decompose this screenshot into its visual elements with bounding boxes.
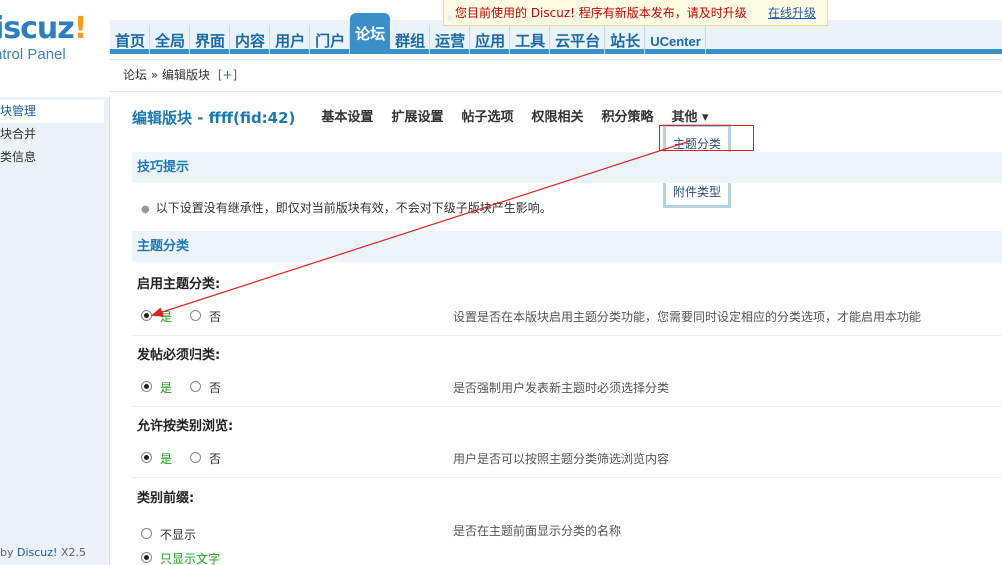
radio-yes-label-0: 是	[160, 309, 173, 324]
powered-by-link[interactable]: Discuz!	[17, 546, 57, 559]
main-content: 编辑版块 - ffff(fid:42) 基本设置 扩展设置 帖子选项 权限相关 积分策略…	[111, 97, 1002, 565]
discuz-logo: iscuz! ntrol Panel	[0, 11, 88, 63]
sidebar-item-2[interactable]: 类信息	[0, 146, 104, 169]
tab-2[interactable]: 帖子选项	[461, 107, 513, 129]
upgrade-notice-text: 您目前使用的 Discuz! 程序有新版本发布，请及时升级	[455, 6, 747, 20]
nav-item-2[interactable]: 界面	[190, 25, 231, 54]
field-desc-2: 用户是否可以按照主题分类筛选浏览内容	[453, 452, 670, 466]
sidebar-item-1[interactable]: 块合并	[0, 123, 104, 146]
breadcrumb-path: 论坛 » 编辑版块	[123, 68, 210, 82]
prefix-option-1: 只显示文字	[141, 547, 991, 565]
nav-item-5[interactable]: 门户	[310, 25, 351, 54]
nav-item-8[interactable]: 运营	[430, 25, 471, 54]
dropdown-item-2[interactable]: 附件类型	[666, 181, 728, 205]
radio-no-1[interactable]	[190, 381, 202, 392]
upgrade-notice: 您目前使用的 Discuz! 程序有新版本发布，请及时升级 在线升级	[443, 0, 828, 26]
radio-no-2[interactable]	[190, 452, 202, 463]
radio-yes-2[interactable]	[141, 452, 152, 463]
nav-item-0[interactable]: 首页	[110, 25, 151, 54]
field-label-0: 启用主题分类:	[137, 277, 221, 292]
radio-no-0[interactable]	[190, 310, 202, 321]
nav-item-12[interactable]: 站长	[605, 25, 646, 54]
radio-no-label-1: 否	[209, 380, 222, 395]
tab-0[interactable]: 基本设置	[321, 107, 373, 129]
radio-no-label-0: 否	[209, 309, 222, 324]
topic-section-heading: 主题分类	[132, 231, 1002, 262]
tips-text: ● 以下设置没有继承性，即仅对当前版块有效，不会对下级子版块产生影响。	[141, 201, 552, 215]
bullet-icon: ●	[141, 204, 150, 215]
prefix-option-0: 不显示	[141, 523, 991, 545]
page-title: 编辑版块 - ffff(fid:42)	[132, 109, 296, 127]
prefix-radio-label-1: 只显示文字	[160, 551, 221, 565]
tab-3[interactable]: 权限相关	[531, 107, 583, 129]
prefix-radio-label-0: 不显示	[160, 527, 197, 542]
tab-4[interactable]: 积分策略	[601, 107, 653, 129]
logo-bang: !	[73, 11, 88, 46]
tab-1[interactable]: 扩展设置	[391, 107, 443, 129]
nav-item-6[interactable]: 论坛	[350, 13, 391, 49]
field-separator	[132, 335, 1002, 336]
radio-yes-label-2: 是	[160, 451, 173, 466]
nav-item-4[interactable]: 用户	[270, 25, 311, 54]
upgrade-online-link[interactable]: 在线升级	[768, 0, 816, 26]
page-titlebar: 编辑版块 - ffff(fid:42) 基本设置 扩展设置 帖子选项 权限相关 积分策略…	[132, 107, 727, 129]
radio-yes-label-1: 是	[160, 380, 173, 395]
logo-subtitle: ntrol Panel	[0, 46, 66, 63]
breadcrumb-add-button[interactable]: [+]	[218, 68, 237, 82]
radio-yes-1[interactable]	[141, 381, 152, 392]
field-label-2: 允许按类别浏览:	[137, 419, 234, 434]
field-desc-0: 设置是否在本版块启用主题分类功能，您需要同时设定相应的分类选项，才能启用本功能	[453, 310, 922, 324]
nav-item-13[interactable]: UCenter	[645, 26, 706, 55]
logo-brand: iscuz	[0, 11, 75, 46]
powered-by: by Discuz! X2.5	[0, 546, 86, 559]
prefix-radio-1[interactable]	[141, 552, 152, 563]
header: iscuz! ntrol Panel 首页 全局 界面 内容 用户 门户 论坛 群组 运营 应用工…	[0, 0, 1002, 97]
breadcrumb: 论坛 » 编辑版块 [+]	[110, 59, 1002, 92]
prefix-field-label: 类别前缀:	[137, 491, 195, 506]
sidebar-item-0[interactable]: 块管理	[0, 100, 104, 123]
nav-item-10[interactable]: 工具	[510, 25, 551, 54]
field-separator	[132, 477, 1002, 478]
tips-heading: 技巧提示	[132, 152, 1002, 183]
nav-item-1[interactable]: 全局	[150, 25, 191, 54]
field-separator	[132, 406, 1002, 407]
prefix-radio-0[interactable]	[141, 528, 152, 539]
nav-item-9[interactable]: 应用	[470, 25, 511, 54]
field-desc-1: 是否强制用户发表新主题时必须选择分类	[453, 381, 670, 395]
nav-item-3[interactable]: 内容	[230, 25, 271, 54]
sidebar: 块管理 块合并 类信息 by Discuz! X2.5	[0, 97, 110, 565]
field-label-1: 发帖必须归类:	[137, 348, 221, 363]
radio-yes-0[interactable]	[141, 310, 152, 321]
radio-no-label-2: 否	[209, 451, 222, 466]
nav-item-7[interactable]: 群组	[390, 25, 431, 54]
nav-item-11[interactable]: 云平台	[550, 25, 606, 54]
